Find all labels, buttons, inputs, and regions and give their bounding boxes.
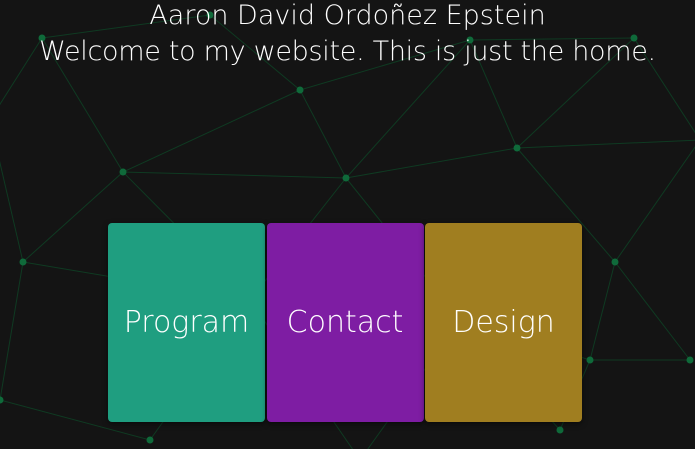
network-line [122,89,301,173]
nav-cards: Program Contact Design [108,223,584,422]
network-line [299,89,347,179]
network-line [122,171,347,179]
network-line [0,160,24,263]
network-line [516,139,695,149]
page-subtitle: Welcome to my website. This is just the … [39,36,656,67]
design-card-label: Design [452,305,555,340]
network-node [19,258,27,266]
program-card[interactable]: Program [108,223,265,422]
page-title: Aaron David Ordoñez Epstein [149,0,546,31]
network-node [342,174,350,182]
network-line [614,146,695,263]
program-card-label: Program [123,305,250,340]
contact-card[interactable]: Contact [266,223,424,422]
network-line [345,147,518,179]
contact-card-label: Contact [286,305,404,340]
network-line [589,261,616,361]
network-node [146,436,154,444]
network-node [686,356,694,364]
network-line [0,261,24,401]
network-node [556,426,564,434]
network-node [119,168,127,176]
network-node [296,86,304,94]
design-card[interactable]: Design [425,223,582,422]
network-line [614,261,691,361]
network-node [586,356,594,364]
network-node [513,144,521,152]
network-node [611,258,619,266]
page-header: Aaron David Ordoñez Epstein Welcome to m… [0,0,695,72]
network-node [0,396,4,404]
